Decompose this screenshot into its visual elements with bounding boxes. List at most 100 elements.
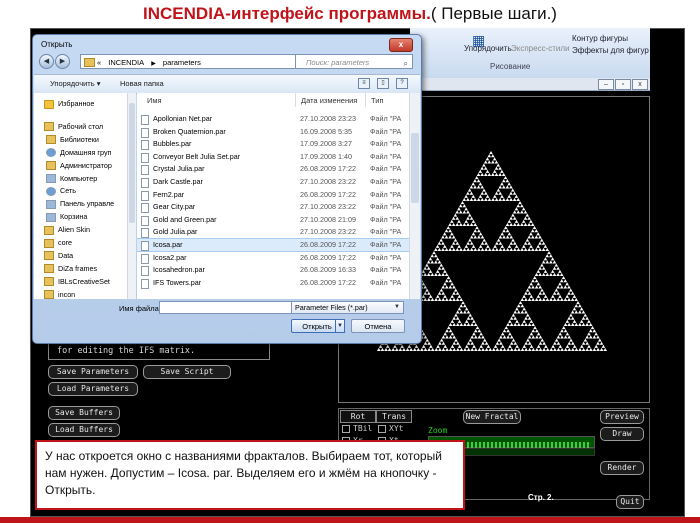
file-row[interactable]: Icosa.par 26.08.2009 17:22 Файл "PA [137, 238, 409, 252]
preview-pane-icon[interactable]: ▯ [377, 78, 389, 89]
computer-icon [46, 212, 56, 222]
breadcrumb-incendia[interactable]: INCENDIA [108, 58, 144, 67]
open-file-dialog: Открыть x ◀ ▶ « INCENDIA ▶ parameters По… [32, 34, 422, 344]
address-prefix: « [97, 58, 102, 67]
column-name[interactable]: Имя [147, 96, 162, 105]
column-type[interactable]: Тип [371, 96, 384, 105]
column-separator [295, 93, 296, 107]
file-row[interactable]: Gold Julia.par 27.10.2008 23:22 Файл "PA [137, 226, 409, 239]
load-parameters-button[interactable]: Load Parameters [48, 382, 138, 396]
check-xyt[interactable]: XYt [378, 424, 403, 433]
nav-item[interactable]: Компьютер [46, 174, 97, 184]
view-options-icon[interactable]: ≡ [358, 78, 370, 89]
file-date: 27.10.2008 23:22 [300, 227, 356, 237]
file-type: Файл "PA [370, 277, 402, 287]
slide-title-paren: ( Первые шаги.) [430, 4, 557, 23]
search-icon[interactable]: ⌕ [404, 56, 408, 71]
maximize-icon[interactable]: ▫ [615, 79, 631, 90]
nav-item[interactable]: Администратор [46, 161, 112, 171]
navigation-scrollbar[interactable] [127, 93, 136, 299]
file-list-scrollbar[interactable] [409, 93, 420, 299]
file-row[interactable]: Fern2.par 26.08.2009 17:22 Файл "PA [137, 189, 409, 201]
tab-rot[interactable]: Rot [340, 410, 376, 423]
file-icon [141, 152, 149, 163]
file-row[interactable]: Icosa2.par 26.08.2009 17:22 Файл "PA [137, 252, 409, 264]
search-input[interactable]: Поиск: parameters ⌕ [295, 54, 413, 69]
file-icon [141, 203, 149, 214]
column-date[interactable]: Дата изменения [301, 96, 357, 105]
dialog-close-button[interactable]: x [389, 38, 413, 52]
nav-item[interactable]: Корзина [46, 212, 87, 222]
file-row[interactable]: Icosahedron.par 26.08.2009 16:33 Файл "PA [137, 264, 409, 277]
chevron-right-icon: ▶ [151, 61, 156, 67]
file-icon [141, 165, 149, 176]
draw-button[interactable]: Draw [600, 427, 644, 441]
file-icon [141, 253, 149, 264]
help-icon[interactable]: ? [396, 78, 408, 89]
save-buffers-button[interactable]: Save Buffers [48, 406, 120, 420]
column-separator [365, 93, 366, 107]
file-icon [141, 228, 149, 239]
file-row[interactable]: Crystal Julia.par 26.08.2009 17:22 Файл "P… [137, 163, 409, 176]
preview-button[interactable]: Preview [600, 410, 644, 424]
nav-item[interactable]: IBLsCreativeSet [44, 277, 110, 287]
nav-item[interactable]: Data [44, 251, 73, 261]
check-tbil[interactable]: TBil [342, 424, 372, 433]
new-folder-button[interactable]: Новая папка [120, 79, 164, 88]
file-type: Файл "PA [370, 177, 402, 186]
file-row[interactable]: Conveyor Belt Julia Set.par 17.09.2008 1:… [137, 151, 409, 163]
file-row[interactable]: Apollonian Net.par 27.10.2008 23:23 Файл "… [137, 113, 409, 125]
filename-input[interactable]: ▼ [159, 301, 309, 314]
render-button[interactable]: Render [600, 461, 644, 475]
file-row[interactable]: Bubbles.par 17.09.2008 3:27 Файл "PA [137, 138, 409, 151]
file-row[interactable]: Broken Quaternion.par 16.09.2008 5:35 Файл… [137, 126, 409, 138]
nav-item[interactable]: incon [44, 290, 75, 299]
minimize-icon[interactable]: – [598, 79, 614, 90]
address-bar[interactable]: « INCENDIA ▶ parameters [80, 54, 303, 69]
file-date: 27.10.2008 21:09 [300, 214, 356, 224]
new-fractal-button[interactable]: New Fractal [463, 410, 521, 424]
shape-effects-button[interactable]: Эффекты для фигур [572, 46, 649, 55]
scroll-thumb[interactable] [411, 133, 419, 203]
network-icon [46, 148, 56, 158]
arrange-button[interactable]: Упорядочить [464, 44, 512, 53]
file-icon [141, 266, 149, 277]
forward-icon[interactable]: ▶ [55, 54, 70, 69]
file-type: Файл "PA [370, 252, 402, 262]
bottom-rule [0, 517, 700, 523]
file-row[interactable]: Dark Castle.par 27.10.2008 23:22 Файл "PA [137, 176, 409, 188]
file-row[interactable]: Gear City.par 27.10.2008 23:22 Файл "PA [137, 201, 409, 214]
nav-item[interactable]: Домашняя груп [46, 148, 111, 158]
load-buffers-button[interactable]: Load Buffers [48, 423, 120, 437]
save-parameters-button[interactable]: Save Parameters [48, 365, 138, 379]
nav-item[interactable]: Рабочий стол [44, 122, 103, 132]
shape-outline-button[interactable]: Контур фигуры [572, 34, 628, 43]
organize-button[interactable]: Упорядочить ▾ [50, 79, 100, 88]
express-styles-button[interactable]: Экспресс-стили [511, 44, 570, 53]
nav-item[interactable]: Библиотеки [46, 135, 99, 145]
filetype-select[interactable]: Parameter Files (*.par) ▼ [291, 301, 404, 314]
back-icon[interactable]: ◀ [39, 54, 54, 69]
file-row[interactable]: IFS Towers.par 26.08.2009 17:22 Файл "PA [137, 277, 409, 289]
open-dropdown-icon[interactable]: ▼ [335, 319, 345, 333]
file-icon [141, 215, 149, 226]
nav-item[interactable]: Сеть [46, 186, 76, 196]
nav-item[interactable]: Панель управле [46, 199, 114, 209]
file-row[interactable]: Gold and Green.par 27.10.2008 21:09 Файл "… [137, 214, 409, 226]
nav-item[interactable]: Alien Skin [44, 225, 90, 235]
breadcrumb-parameters[interactable]: parameters [163, 58, 201, 67]
close-icon[interactable]: x [632, 79, 648, 90]
tab-trans[interactable]: Trans [376, 410, 412, 423]
file-type: Файл "PA [370, 240, 402, 249]
nav-item[interactable]: Избранное [44, 99, 94, 109]
save-script-button[interactable]: Save Script [143, 365, 231, 379]
nav-item-label: Корзина [60, 212, 88, 222]
nav-item[interactable]: core [44, 238, 72, 248]
file-type: Файл "PA [370, 164, 402, 174]
scroll-thumb[interactable] [129, 103, 135, 223]
file-name: Gold Julia.par [153, 227, 198, 237]
nav-item[interactable]: DiZa frames [44, 264, 97, 274]
cancel-button[interactable]: Отмена [351, 319, 405, 333]
file-type: Файл "PA [370, 151, 402, 161]
quit-button[interactable]: Quit [616, 495, 644, 509]
